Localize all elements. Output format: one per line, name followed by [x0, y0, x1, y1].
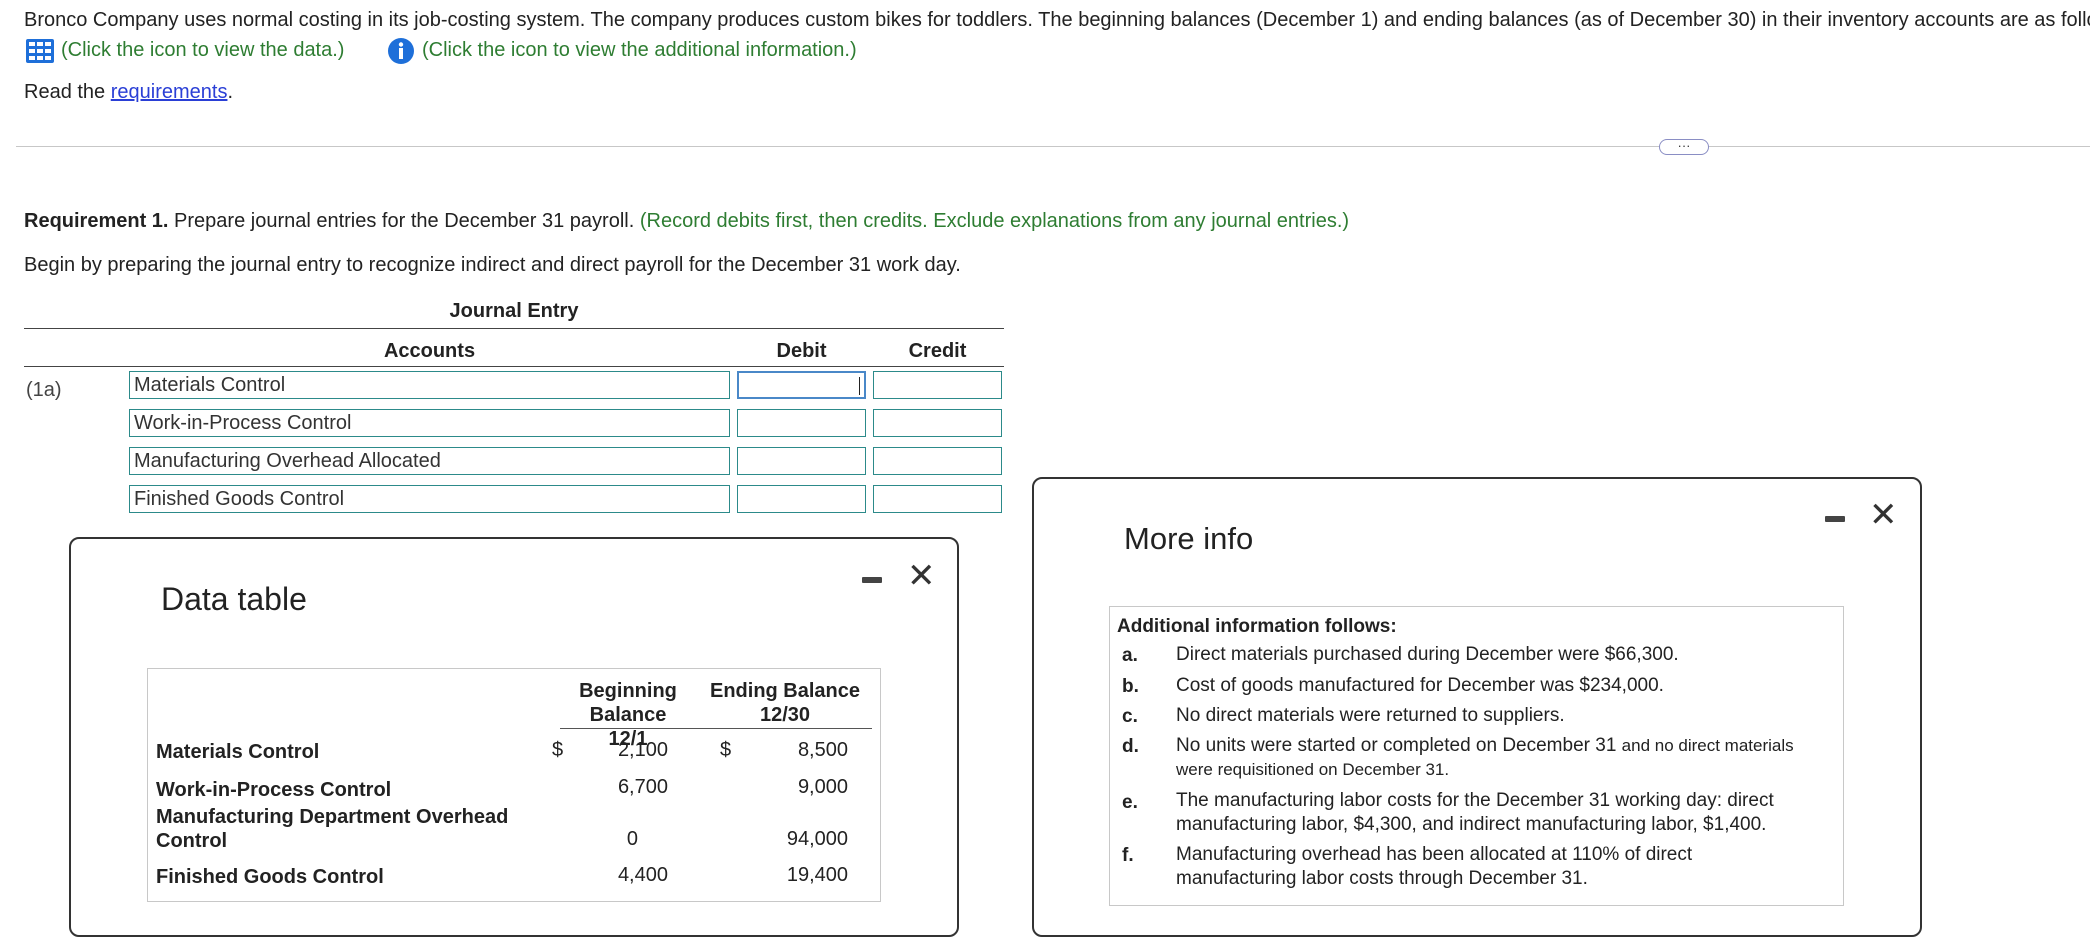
debit-input-4[interactable] — [737, 485, 866, 513]
begin-currency: $ — [552, 739, 564, 761]
problem-intro: Bronco Company uses normal costing in it… — [24, 9, 2090, 31]
info-letter-e: e. — [1122, 792, 1138, 813]
journal-top-rule — [24, 328, 1004, 329]
debit-input-1[interactable] — [737, 371, 866, 399]
account-input-4[interactable]: Finished Goods Control — [129, 485, 730, 513]
info-icon[interactable] — [387, 37, 415, 65]
credit-input-2[interactable] — [873, 409, 1002, 437]
row-label-overhead-line1: Manufacturing Department Overhead — [156, 806, 509, 828]
data-table: Beginning Balance 12/1 Ending Balance 12… — [147, 668, 881, 902]
requirement-text: Prepare journal entries for the December… — [168, 210, 635, 232]
requirement-line: Requirement 1. Prepare journal entries f… — [24, 210, 1349, 233]
info-letter-d: d. — [1122, 736, 1139, 757]
data-link-text[interactable]: (Click the icon to view the data.) — [61, 39, 344, 62]
end-value-materials: 8,500 — [797, 739, 848, 761]
col-debit: Debit — [776, 340, 827, 362]
data-popup-title: Data table — [161, 581, 307, 617]
account-input-1[interactable]: Materials Control — [129, 371, 730, 399]
col-begin-line1: Beginning — [579, 680, 677, 702]
info-text-a: Direct materials purchased during Decemb… — [1176, 644, 1679, 665]
data-table-popup: Data table ✕ Beginning Balance 12/1 Endi… — [69, 537, 959, 937]
requirements-link[interactable]: requirements — [111, 81, 228, 103]
table-grid-icon[interactable] — [26, 39, 54, 63]
col-accounts: Accounts — [383, 340, 476, 362]
journal-header-rule — [24, 366, 1004, 367]
read-suffix: . — [227, 81, 234, 103]
col-credit: Credit — [908, 340, 967, 362]
read-requirements: Read the requirements. — [24, 81, 233, 104]
begin-value-wip: 6,700 — [617, 776, 668, 798]
expand-button[interactable]: ··· — [1659, 139, 1709, 155]
journal-title: Journal Entry — [449, 300, 579, 322]
end-value-finished: 19,400 — [786, 864, 848, 886]
info-text-f: Manufacturing overhead has been allocate… — [1176, 844, 1693, 889]
credit-input-3[interactable] — [873, 447, 1002, 475]
requirement-instruction: (Record debits first, then credits. Excl… — [634, 210, 1350, 232]
col-end-line1: Ending Balance — [709, 680, 861, 702]
info-text-d-c: were requisitioned on December 31. — [1176, 760, 1450, 779]
minimize-button[interactable] — [862, 577, 882, 583]
begin-value-materials: 2,100 — [617, 739, 668, 761]
end-value-overhead: 94,000 — [786, 828, 848, 850]
info-letter-a: a. — [1122, 645, 1138, 666]
debit-input-2[interactable] — [737, 409, 866, 437]
section-divider — [16, 146, 2090, 147]
account-input-3[interactable]: Manufacturing Overhead Allocated — [129, 447, 730, 475]
close-button[interactable]: ✕ — [907, 559, 936, 593]
debit-input-3[interactable] — [737, 447, 866, 475]
read-prefix: Read the — [24, 81, 111, 103]
begin-value-overhead: 0 — [626, 828, 638, 850]
info-text-b: Cost of goods manufactured for December … — [1176, 675, 1664, 696]
info-text-c: No direct materials were returned to sup… — [1176, 705, 1565, 726]
credit-input-4[interactable] — [873, 485, 1002, 513]
col-end-header: Ending Balance 12/30 — [705, 679, 865, 727]
info-text-d: No units were started or completed on De… — [1176, 734, 1826, 782]
account-input-2[interactable]: Work-in-Process Control — [129, 409, 730, 437]
row-label-wip: Work-in-Process Control — [156, 779, 392, 801]
requirement-label: Requirement 1. — [24, 210, 169, 232]
info-text-e: The manufacturing labor costs for the De… — [1176, 790, 1774, 835]
row-label-materials: Materials Control — [156, 741, 320, 763]
info-heading: Additional information follows: — [1117, 616, 1397, 637]
info-letter-f: f. — [1122, 845, 1134, 866]
text-cursor — [859, 377, 860, 395]
info-popup-title: More info — [1124, 521, 1254, 556]
row-label-finished: Finished Goods Control — [156, 866, 384, 888]
row-label-overhead-line2: Control — [156, 830, 228, 852]
end-currency: $ — [720, 739, 732, 761]
row-label-overhead: Manufacturing Department Overhead Contro… — [156, 805, 508, 853]
info-minimize-button[interactable] — [1825, 516, 1845, 522]
credit-input-1[interactable] — [873, 371, 1002, 399]
info-text-d-a: No units were started or completed on De… — [1176, 735, 1622, 756]
begin-instruction: Begin by preparing the journal entry to … — [24, 254, 961, 276]
info-close-button[interactable]: ✕ — [1869, 498, 1898, 532]
end-value-wip: 9,000 — [797, 776, 848, 798]
info-letter-c: c. — [1122, 706, 1138, 727]
info-text-d-b: and no direct materials — [1621, 736, 1794, 755]
begin-value-finished: 4,400 — [617, 864, 668, 886]
entry-label: (1a) — [26, 379, 62, 401]
info-letter-b: b. — [1122, 676, 1139, 697]
info-link-text[interactable]: (Click the icon to view the additional i… — [422, 39, 857, 62]
col-end-line2: 12/30 — [759, 704, 811, 726]
header-rule — [560, 728, 872, 729]
